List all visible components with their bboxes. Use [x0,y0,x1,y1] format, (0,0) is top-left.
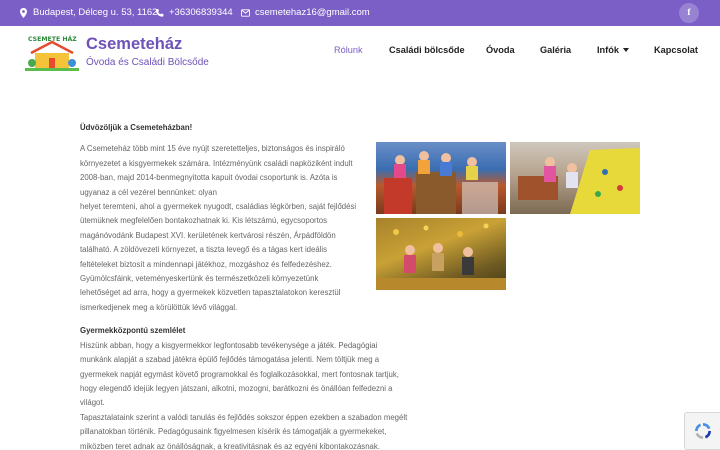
address-contact[interactable]: Budapest, Délceg u. 53, 1162 [19,7,157,18]
paragraph-line: ütemüknek megfelelően bontakozhatnak ki.… [80,216,328,226]
paragraph-line: Gyümölcsfáink, veteményeskertünk és term… [80,274,319,284]
paragraph-line: magánóvodánk Budapest XVI. kerületének k… [80,230,336,240]
paragraph-line: ismerkedjenek meg a körülöttük lévő vilá… [80,302,238,312]
paragraph-line: környezetet a kisgyermekek számára. Inté… [80,158,353,168]
paragraph-line: gyermekek napját egymást követő programo… [80,369,399,379]
paragraph-line: feltételeket biztosít a mindennapi játék… [80,259,332,269]
paragraph-line: világot. [80,398,105,408]
facebook-icon[interactable]: f [679,3,699,23]
nav-item-infok[interactable]: Infók [597,45,629,55]
climbing-illustration [518,148,640,214]
phone-contact[interactable]: +36306839344 [155,7,233,18]
main-content: Üdvözöljük a Csemeteházban! A Csemeteház… [80,121,420,450]
envelope-icon [241,8,250,17]
paragraph-line: munkánk alapját a szabad játékra épülő f… [80,355,380,365]
gallery-photo-playground[interactable] [376,142,506,214]
autumn-illustration [376,223,506,290]
brand-name[interactable]: Csemeteház [86,35,182,54]
paragraph-line: pillanatokban történik. Pedagógusaink fi… [80,427,387,437]
paragraph-line: ugyanaz a cél vezérel bennünket: olyan [80,187,217,197]
paragraph-line: Tapasztalataink szerint a valódi tanulás… [80,412,408,422]
chevron-down-icon [622,48,629,52]
address-text: Budapest, Délceg u. 53, 1162 [33,7,158,18]
top-contact-bar: Budapest, Délceg u. 53, 1162 +3630683934… [0,0,720,26]
map-pin-icon [20,7,27,18]
nav-item-csaladi-bolcsode[interactable]: Családi bölcsőde [389,45,465,55]
philosophy-paragraph: Hiszünk abban, hogy a kisgyermekkor legf… [80,339,420,450]
paragraph-line: hogy elegendő idejük legyen játszani, al… [80,383,393,393]
site-header: CSEMETE HÁZ Csemeteház Óvoda és Családi … [0,26,720,78]
gallery-photo-autumn[interactable] [376,218,506,290]
nav-item-ovoda[interactable]: Óvoda [486,45,515,55]
email-text: csemetehaz16@gmail.com [255,7,370,18]
paragraph-line: 2008-ban, majd 2014-benmegnyitotta kapui… [80,173,338,183]
paragraph-line: lehetőséget ad arra, hogy a gyermekek kö… [80,288,341,298]
paragraph-line: helyet teremteni, ahol a gyermekek nyugo… [80,202,357,212]
nav-item-infok-label: Infók [597,45,619,55]
paragraph-line: található. A zöldövezeti környezet, a ti… [80,245,328,255]
paragraph-line: Hiszünk abban, hogy a kisgyermekkor legf… [80,340,378,350]
section-subtitle: Gyermekközpontú szemlélet [80,326,186,336]
gallery-photo-climbing[interactable] [510,142,640,214]
paragraph-line: A Csemeteház több mint 15 éve nyújt szer… [80,144,345,154]
phone-text: +36306839344 [169,7,233,18]
logo-house-icon: CSEMETE HÁZ [25,34,79,71]
phone-icon [155,8,164,17]
playground-illustration [384,151,498,214]
nav-item-kapcsolat[interactable]: Kapcsolat [654,45,698,55]
nav-item-rolunk[interactable]: Rólunk [334,45,363,55]
recaptcha-badge[interactable] [684,412,720,450]
brand-subtitle: Óvoda és Családi Bölcsőde [86,57,209,68]
paragraph-line: miközben teret adnak az önállóságnak, a … [80,441,380,450]
nav-item-galeria[interactable]: Galéria [540,45,571,55]
recaptcha-icon [694,423,711,439]
site-logo[interactable]: CSEMETE HÁZ [25,31,79,73]
intro-paragraph: A Csemeteház több mint 15 éve nyújt szer… [80,142,420,315]
email-contact[interactable]: csemetehaz16@gmail.com [241,7,370,18]
welcome-heading: Üdvözöljük a Csemeteházban! [80,123,193,132]
